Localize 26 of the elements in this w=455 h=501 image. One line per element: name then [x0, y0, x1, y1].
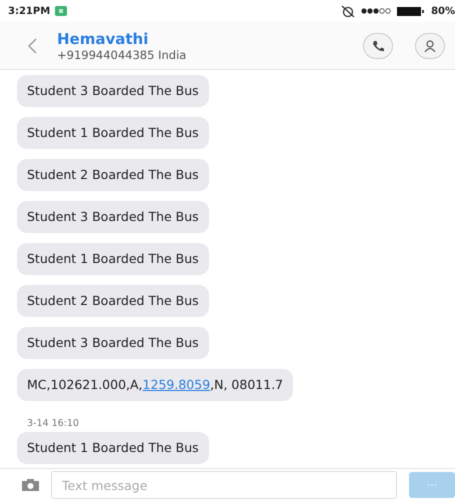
message-bubble: Student 3 Boarded The Bus: [17, 201, 209, 233]
notification-icon: [55, 6, 68, 16]
message-bubble: Student 1 Boarded The Bus: [17, 243, 209, 275]
message-bubble: Student 2 Boarded The Bus: [17, 285, 209, 317]
battery-icon: [397, 6, 426, 16]
message-bubble: Student 2 Boarded The Bus: [17, 159, 209, 191]
signal-icon: [361, 7, 392, 15]
message-bubble: Student 1 Boarded The Bus: [17, 117, 209, 149]
message-bubble: Student 3 Boarded The Bus: [17, 327, 209, 359]
message-timestamp: 3-14 16:10: [26, 417, 79, 431]
contact-number: +919944044385 India: [57, 48, 186, 62]
camera-icon: [22, 479, 39, 491]
message-bubble: Student 1 Boarded The Bus: [17, 432, 209, 464]
call-button[interactable]: [363, 32, 393, 58]
phone-icon: [372, 40, 384, 52]
person-icon: [424, 40, 436, 52]
contact-name: Hemavathi: [57, 30, 150, 48]
message-input[interactable]: Text message: [51, 471, 397, 499]
contact-button[interactable]: [415, 32, 445, 58]
battery-percent: 80%: [431, 6, 455, 16]
message-bubble: Student 3 Boarded The Bus: [17, 75, 209, 107]
status-time: 3:21PM: [8, 6, 50, 16]
message-link[interactable]: 1259.8059: [142, 377, 210, 392]
message-bubble: MC,102621.000,A,1259.8059,N, 08011.7: [17, 369, 294, 401]
back-icon[interactable]: [28, 38, 37, 54]
alarm-off-icon: [341, 5, 356, 17]
